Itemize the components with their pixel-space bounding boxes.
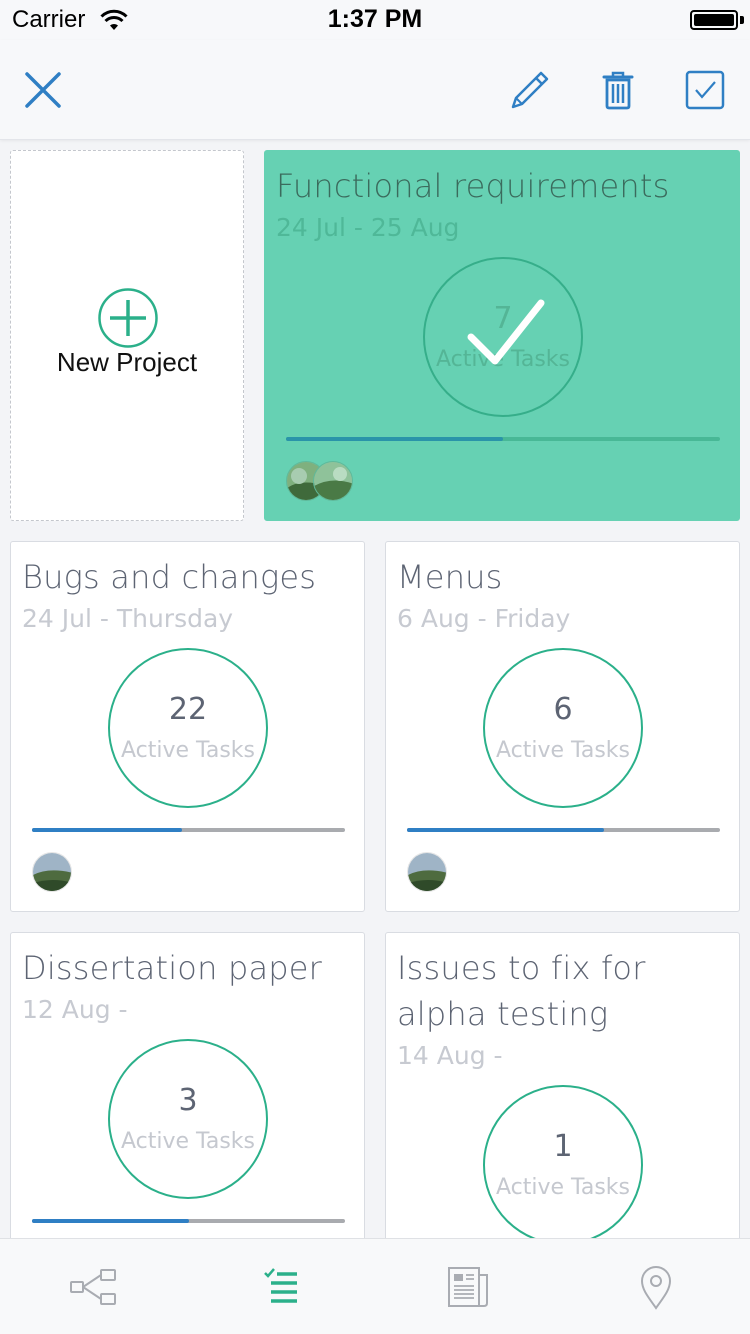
project-card[interactable]: Issues to fix for alpha testing 14 Aug -… [385,932,740,1262]
project-card[interactable]: Menus 6 Aug - Friday 6 Active Tasks [385,541,740,912]
project-card[interactable]: Functional requirements 24 Jul - 25 Aug … [264,150,740,521]
avatar [32,852,72,892]
close-icon [25,72,61,108]
avatar [313,461,353,501]
project-date: 6 Aug - Friday [397,604,571,633]
add-circle-icon [98,288,158,348]
active-tasks-ring: 6 Active Tasks [483,648,643,808]
active-tasks-ring: 22 Active Tasks [108,648,268,808]
tab-bar [0,1238,750,1334]
project-card[interactable]: Bugs and changes 24 Jul - Thursday 22 Ac… [10,541,365,912]
new-project-card[interactable]: New Project [10,150,244,521]
project-date: 14 Aug - [397,1041,503,1070]
progress-bar [407,828,720,832]
active-tasks-count: 3 [178,1083,198,1118]
project-title: Dissertation paper [22,949,323,987]
project-card[interactable]: Dissertation paper 12 Aug - 3 Active Tas… [10,932,365,1262]
project-title: Functional requirements [276,167,670,205]
tab-location[interactable] [563,1239,750,1334]
status-bar: Carrier 1:37 PM [0,0,750,40]
trash-icon [602,71,634,110]
active-tasks-count: 6 [553,692,573,727]
top-toolbar [0,40,750,140]
tab-tasks[interactable] [188,1239,376,1334]
project-date: 24 Jul - Thursday [22,604,234,633]
project-title: Issues to fix for alpha testing [397,949,646,1033]
project-date: 12 Aug - [22,995,128,1024]
progress-bar [286,437,720,441]
location-pin-icon [641,1266,672,1310]
wifi-icon [100,9,128,30]
active-tasks-count: 1 [553,1129,573,1164]
carrier-label: Carrier [12,6,86,33]
active-tasks-ring: 1 Active Tasks [483,1085,643,1245]
edit-button[interactable] [500,62,556,118]
close-button[interactable] [15,62,71,118]
tab-hierarchy[interactable] [0,1239,188,1334]
select-button[interactable] [677,62,733,118]
active-tasks-count: 22 [168,692,208,727]
task-list-icon [264,1268,298,1303]
project-date: 24 Jul - 25 Aug [276,213,460,242]
pencil-icon [511,71,549,109]
battery-icon [690,10,738,30]
active-tasks-label: Active Tasks [496,738,630,763]
active-tasks-label: Active Tasks [496,1175,630,1200]
project-title: Menus [397,558,503,596]
active-tasks-ring: 3 Active Tasks [108,1039,268,1199]
hierarchy-icon [69,1269,116,1305]
progress-bar [32,828,345,832]
selected-check-icon [467,299,545,365]
checkbox-icon [685,70,725,110]
progress-bar [32,1219,345,1223]
news-icon [447,1267,488,1307]
delete-button[interactable] [590,62,646,118]
active-tasks-label: Active Tasks [121,738,255,763]
avatar [407,852,447,892]
tab-news[interactable] [375,1239,563,1334]
project-title: Bugs and changes [22,558,317,596]
active-tasks-label: Active Tasks [121,1129,255,1154]
new-project-label: New Project [56,347,198,377]
